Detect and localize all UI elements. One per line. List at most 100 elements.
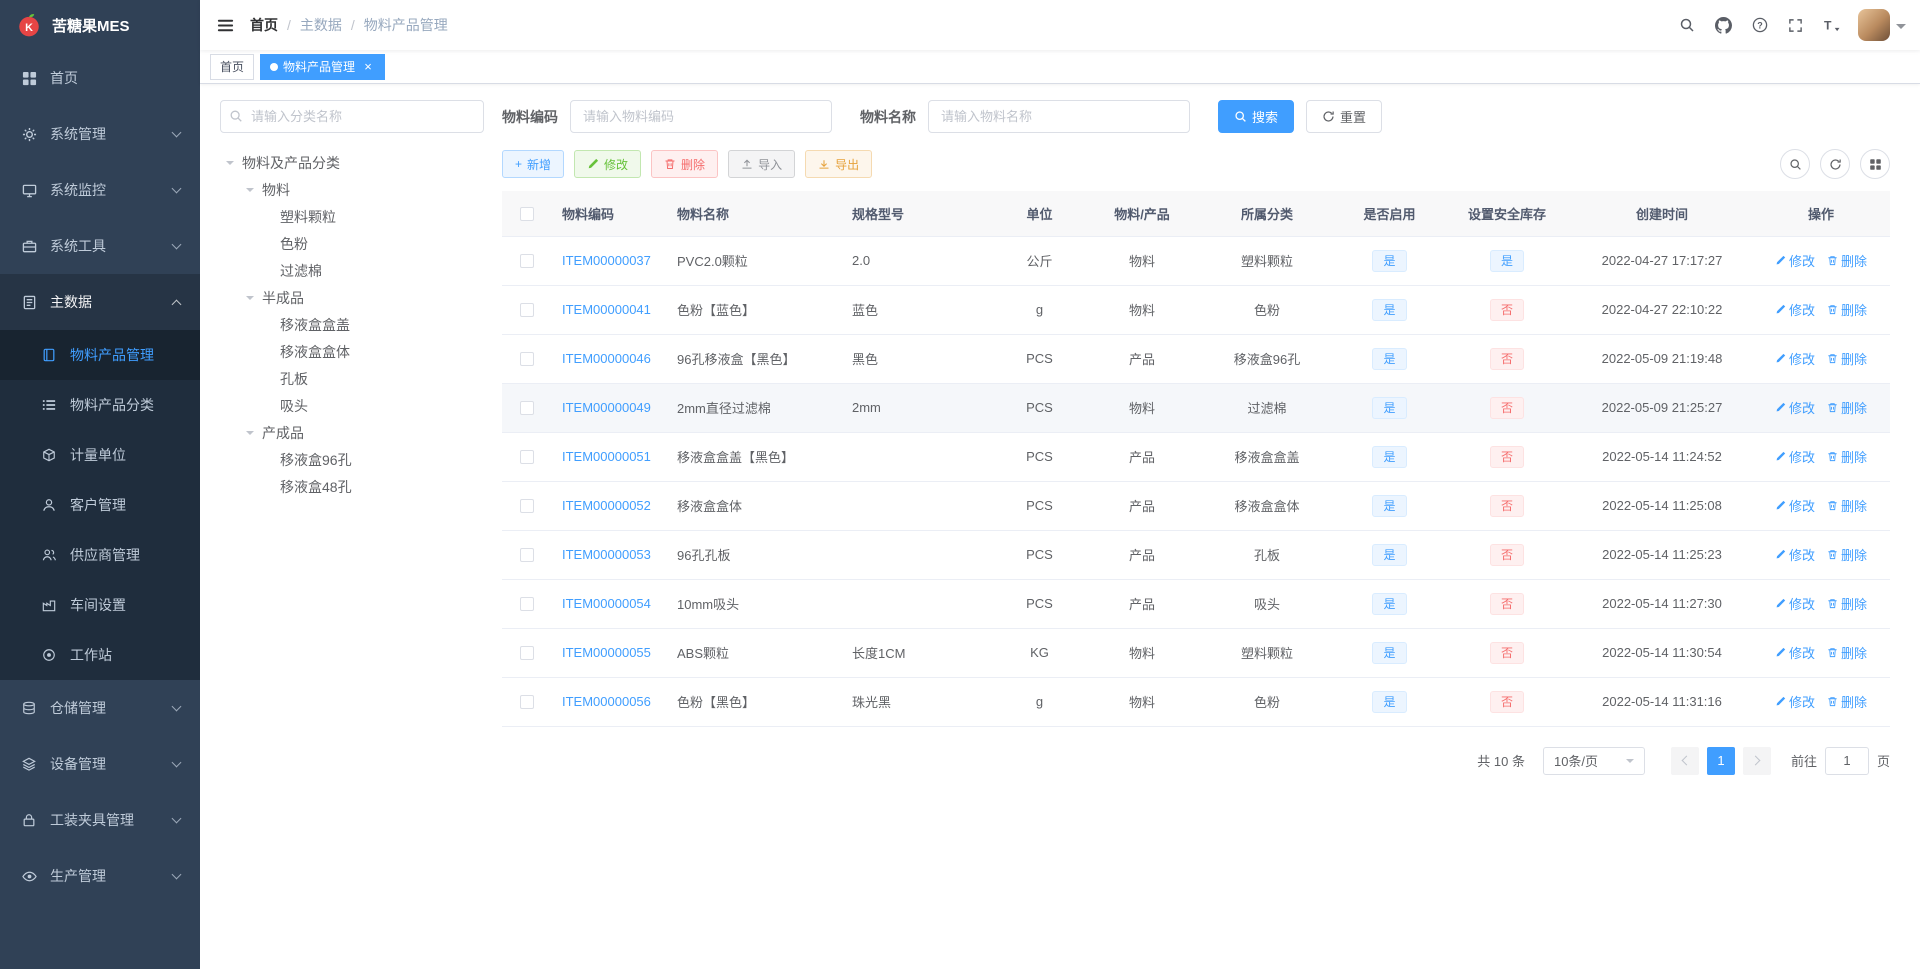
row-delete-link[interactable]: 删除 <box>1827 300 1867 319</box>
row-checkbox[interactable] <box>520 695 534 710</box>
hamburger-icon[interactable] <box>200 0 250 50</box>
material-code-link[interactable]: ITEM00000053 <box>562 547 651 562</box>
row-edit-link[interactable]: 修改 <box>1775 447 1815 466</box>
row-checkbox[interactable] <box>520 450 534 465</box>
row-checkbox[interactable] <box>520 303 534 318</box>
add-button[interactable]: + 新增 <box>502 150 565 178</box>
sidebar-item-master-data[interactable]: 主数据 <box>0 274 200 330</box>
category-search-input[interactable] <box>220 100 484 133</box>
app-logo[interactable]: K 苦糖果MES <box>0 0 200 50</box>
material-code-link[interactable]: ITEM00000056 <box>562 694 651 709</box>
goto-page-input[interactable] <box>1824 746 1869 775</box>
sidebar-item-production-management[interactable]: 生产管理 <box>0 848 200 904</box>
sidebar-item-equipment-management[interactable]: 设备管理 <box>0 736 200 792</box>
row-delete-link[interactable]: 删除 <box>1827 496 1867 515</box>
search-icon[interactable] <box>1669 0 1705 50</box>
caret-down-icon[interactable] <box>226 161 234 169</box>
material-code-link[interactable]: ITEM00000046 <box>562 351 651 366</box>
row-edit-link[interactable]: 修改 <box>1775 643 1815 662</box>
table-row[interactable]: ITEM00000055 ABS颗粒 长度1CM KG 物料 塑料颗粒 是 否 … <box>502 628 1890 678</box>
row-edit-link[interactable]: 修改 <box>1775 398 1815 417</box>
row-delete-link[interactable]: 删除 <box>1827 545 1867 564</box>
tree-node-leaf[interactable]: 移液盒盒体 <box>220 338 484 365</box>
material-code-link[interactable]: ITEM00000051 <box>562 449 651 464</box>
row-delete-link[interactable]: 删除 <box>1827 692 1867 711</box>
table-row[interactable]: ITEM00000049 2mm直径过滤棉 2mm PCS 物料 过滤棉 是 否… <box>502 383 1890 433</box>
sidebar-item-material-product-management[interactable]: 物料产品管理 <box>0 330 200 380</box>
table-row[interactable]: ITEM00000052 移液盒盒体 PCS 产品 移液盒盒体 是 否 2022… <box>502 481 1890 531</box>
table-row[interactable]: ITEM00000046 96孔移液盒【黑色】 黑色 PCS 产品 移液盒96孔… <box>502 334 1890 384</box>
table-row[interactable]: ITEM00000056 色粉【黑色】 珠光黑 g 物料 色粉 是 否 2022… <box>502 677 1890 727</box>
row-delete-link[interactable]: 删除 <box>1827 251 1867 270</box>
delete-button[interactable]: 删除 <box>651 150 719 178</box>
sidebar-item-system-monitor[interactable]: 系统监控 <box>0 162 200 218</box>
row-checkbox[interactable] <box>520 401 534 416</box>
row-delete-link[interactable]: 删除 <box>1827 349 1867 368</box>
row-edit-link[interactable]: 修改 <box>1775 545 1815 564</box>
table-row[interactable]: ITEM00000053 96孔孔板 PCS 产品 孔板 是 否 2022-05… <box>502 530 1890 580</box>
avatar[interactable] <box>1858 9 1890 41</box>
row-checkbox[interactable] <box>520 254 534 269</box>
select-all-checkbox[interactable] <box>520 207 534 222</box>
table-row[interactable]: ITEM00000054 10mm吸头 PCS 产品 吸头 是 否 2022-0… <box>502 579 1890 629</box>
github-icon[interactable] <box>1705 0 1742 50</box>
edit-button[interactable]: 修改 <box>574 150 642 178</box>
tree-node-leaf[interactable]: 移液盒盒盖 <box>220 311 484 338</box>
tree-node-semifinished[interactable]: 半成品 <box>220 284 484 311</box>
sidebar-item-customer-management[interactable]: 客户管理 <box>0 480 200 530</box>
row-delete-link[interactable]: 删除 <box>1827 447 1867 466</box>
page-number-button[interactable]: 1 <box>1706 746 1735 775</box>
toggle-search-button[interactable] <box>1780 149 1810 179</box>
user-menu[interactable] <box>1858 9 1906 41</box>
fullscreen-icon[interactable] <box>1778 0 1813 50</box>
tab-home[interactable]: 首页 <box>210 53 255 80</box>
row-edit-link[interactable]: 修改 <box>1775 594 1815 613</box>
close-icon[interactable]: × <box>361 60 375 74</box>
material-code-link[interactable]: ITEM00000037 <box>562 253 651 268</box>
sidebar-item-material-product-category[interactable]: 物料产品分类 <box>0 380 200 430</box>
sidebar-item-fixture-management[interactable]: 工装夹具管理 <box>0 792 200 848</box>
material-code-link[interactable]: ITEM00000049 <box>562 400 651 415</box>
sidebar-item-workshop-settings[interactable]: 车间设置 <box>0 580 200 630</box>
breadcrumb-home[interactable]: 首页 <box>250 15 278 35</box>
sidebar-item-system-tools[interactable]: 系统工具 <box>0 218 200 274</box>
tree-node-leaf[interactable]: 移液盒96孔 <box>220 446 484 473</box>
row-delete-link[interactable]: 删除 <box>1827 594 1867 613</box>
row-checkbox[interactable] <box>520 548 534 563</box>
question-icon[interactable]: ? <box>1742 0 1778 50</box>
tree-node-material[interactable]: 物料 <box>220 176 484 203</box>
tree-node-leaf[interactable]: 孔板 <box>220 365 484 392</box>
prev-page-button[interactable] <box>1670 746 1699 775</box>
table-row[interactable]: ITEM00000051 移液盒盒盖【黑色】 PCS 产品 移液盒盒盖 是 否 … <box>502 432 1890 482</box>
search-button[interactable]: 搜索 <box>1218 100 1295 133</box>
sidebar-item-supplier-management[interactable]: 供应商管理 <box>0 530 200 580</box>
caret-down-icon[interactable] <box>246 188 254 196</box>
font-size-icon[interactable]: T <box>1813 0 1850 50</box>
row-checkbox[interactable] <box>520 499 534 514</box>
row-edit-link[interactable]: 修改 <box>1775 692 1815 711</box>
page-size-select[interactable]: 10条/页 <box>1542 746 1645 775</box>
tree-node-leaf[interactable]: 吸头 <box>220 392 484 419</box>
sidebar-item-warehouse-management[interactable]: 仓储管理 <box>0 680 200 736</box>
caret-down-icon[interactable] <box>246 296 254 304</box>
tab-material-product-management[interactable]: 物料产品管理 × <box>260 53 386 80</box>
row-edit-link[interactable]: 修改 <box>1775 251 1815 270</box>
row-edit-link[interactable]: 修改 <box>1775 496 1815 515</box>
row-edit-link[interactable]: 修改 <box>1775 349 1815 368</box>
sidebar-item-workstation[interactable]: 工作站 <box>0 630 200 680</box>
export-button[interactable]: 导出 <box>805 150 873 178</box>
row-edit-link[interactable]: 修改 <box>1775 300 1815 319</box>
row-checkbox[interactable] <box>520 352 534 367</box>
tree-node-leaf[interactable]: 色粉 <box>220 230 484 257</box>
sidebar-item-system-management[interactable]: 系统管理 <box>0 106 200 162</box>
tree-node-leaf[interactable]: 过滤棉 <box>220 257 484 284</box>
import-button[interactable]: 导入 <box>728 150 796 178</box>
material-code-link[interactable]: ITEM00000054 <box>562 596 651 611</box>
tree-node-leaf[interactable]: 移液盒48孔 <box>220 473 484 500</box>
material-code-link[interactable]: ITEM00000055 <box>562 645 651 660</box>
sidebar-item-measure-unit[interactable]: 计量单位 <box>0 430 200 480</box>
refresh-button[interactable] <box>1820 149 1850 179</box>
reset-button[interactable]: 重置 <box>1306 100 1383 133</box>
row-checkbox[interactable] <box>520 597 534 612</box>
material-code-link[interactable]: ITEM00000041 <box>562 302 651 317</box>
